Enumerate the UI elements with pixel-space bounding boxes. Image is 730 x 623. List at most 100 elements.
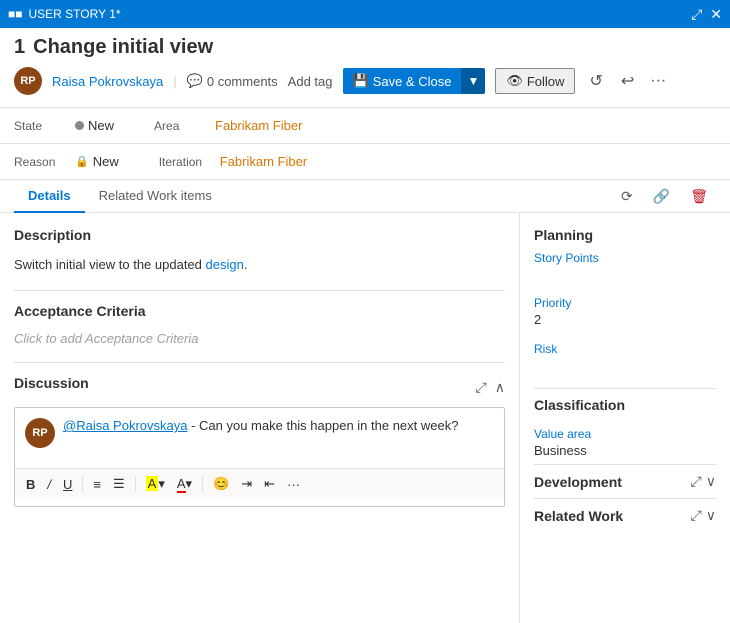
state-value[interactable]: New: [75, 118, 114, 133]
restore-icon[interactable]: ⤢: [691, 6, 702, 23]
emoji-button[interactable]: 😊: [208, 473, 234, 495]
section-divider-2: [14, 362, 505, 363]
history-icon[interactable]: ⟳: [613, 182, 641, 211]
indent-button[interactable]: ⇥: [236, 473, 257, 495]
user-name[interactable]: Raisa Pokrovskaya: [52, 74, 163, 89]
development-chevron-icon[interactable]: ∨: [706, 473, 716, 490]
section-divider-1: [14, 290, 505, 291]
toolbar: RP Raisa Pokrovskaya | 💬 0 comments Add …: [14, 67, 716, 95]
formatting-toolbar: B / U ≡ ☰ A▾ A▾ 😊 ⇥ ⇤ ···: [15, 468, 504, 499]
classification-title: Classification: [534, 397, 625, 413]
follow-button[interactable]: 👁 Follow: [495, 68, 575, 94]
development-expand-icon[interactable]: ⤢: [691, 473, 702, 490]
risk-label: Risk: [534, 342, 716, 356]
development-icons: ⤢ ∨: [691, 473, 716, 490]
value-area-value[interactable]: Business: [534, 443, 716, 458]
reason-value[interactable]: 🔒 New: [75, 154, 119, 169]
state-label: State: [14, 119, 69, 133]
tabs-row: Details Related Work items ⟳ 🔗 🗑: [0, 180, 730, 213]
content-area: Description Switch initial view to the u…: [0, 213, 730, 623]
title-bar-right: ⤢ ✕: [691, 6, 722, 23]
bold-button[interactable]: B: [21, 474, 40, 495]
discussion-title: Discussion: [14, 375, 89, 391]
list-button[interactable]: ☰: [108, 473, 130, 495]
fmt-sep-1: [82, 476, 83, 492]
more-options-button[interactable]: ···: [648, 68, 668, 94]
outdent-button[interactable]: ⇤: [259, 473, 280, 495]
priority-label: Priority: [534, 296, 716, 310]
related-work-section[interactable]: Related Work ⤢ ∨: [534, 498, 716, 532]
fmt-sep-2: [135, 476, 136, 492]
state-field: State New: [14, 118, 114, 133]
save-close-button[interactable]: 💾 Save & Close: [343, 68, 462, 94]
description-title: Description: [14, 227, 505, 243]
work-item-type-icon: ■■: [8, 7, 23, 21]
left-panel: Description Switch initial view to the u…: [0, 213, 520, 623]
tab-icon-group: ⟳ 🔗 🗑: [613, 182, 716, 211]
classification-content: Value area Business: [534, 421, 716, 464]
related-work-chevron-icon[interactable]: ∨: [706, 507, 716, 524]
related-work-title: Related Work: [534, 508, 623, 524]
more-format-button[interactable]: ···: [282, 474, 305, 495]
expand-icon[interactable]: ⤢: [476, 379, 487, 396]
close-icon[interactable]: ✕: [710, 6, 722, 23]
value-area-label: Value area: [534, 427, 716, 441]
refresh-button[interactable]: ↺: [585, 67, 606, 95]
tab-related-work-items[interactable]: Related Work items: [85, 180, 226, 213]
mention[interactable]: @Raisa Pokrovskaya: [63, 418, 187, 433]
highlight-button[interactable]: A▾: [141, 473, 170, 495]
delete-icon[interactable]: 🗑: [682, 182, 716, 211]
underline-button[interactable]: U: [58, 474, 77, 495]
title-bar: ■■ USER STORY 1* ⤢ ✕: [0, 0, 730, 28]
page-title: Change initial view: [33, 36, 213, 59]
metadata-row: State New Area Fabrikam Fiber: [0, 108, 730, 144]
discussion-icons: ⤢ ∧: [476, 379, 505, 396]
font-color-button[interactable]: A▾: [172, 473, 197, 495]
classification-section[interactable]: Classification: [534, 388, 716, 421]
undo-button[interactable]: ↩: [617, 67, 638, 95]
title-bar-left: ■■ USER STORY 1*: [8, 7, 121, 21]
tab-details[interactable]: Details: [14, 180, 85, 213]
risk-value[interactable]: [534, 358, 716, 372]
add-tag-button[interactable]: Add tag: [288, 74, 333, 89]
highlight-icon: A: [146, 476, 159, 491]
iteration-value[interactable]: Fabrikam Fiber: [220, 154, 307, 169]
discussion-text: @Raisa Pokrovskaya - Can you make this h…: [63, 418, 458, 433]
discussion-body: RP @Raisa Pokrovskaya - Can you make thi…: [15, 408, 504, 468]
comments-button[interactable]: 💬 0 comments: [187, 73, 278, 89]
save-dropdown-button[interactable]: ▼: [461, 68, 485, 94]
story-points-label: Story Points: [534, 251, 716, 265]
iteration-label: Iteration: [159, 155, 214, 169]
save-icon: 💾: [353, 73, 369, 89]
right-panel: Planning Story Points Priority 2 Risk Cl…: [520, 213, 730, 623]
comment-icon: 💬: [187, 73, 203, 89]
state-dot: [75, 121, 84, 130]
italic-button[interactable]: /: [42, 474, 56, 495]
discussion-content: @Raisa Pokrovskaya - Can you make this h…: [63, 416, 494, 436]
planning-section: Planning Story Points Priority 2 Risk: [534, 227, 716, 372]
priority-value[interactable]: 2: [534, 312, 716, 327]
reason-label: Reason: [14, 155, 69, 169]
area-label: Area: [154, 119, 209, 133]
fmt-sep-3: [202, 476, 203, 492]
eye-icon: 👁: [506, 73, 523, 89]
area-value[interactable]: Fabrikam Fiber: [215, 118, 302, 133]
reason-field: Reason 🔒 New: [14, 154, 119, 169]
story-points-value[interactable]: [534, 267, 716, 281]
work-item-id: 1: [14, 36, 25, 59]
description-before: Switch initial view to the updated: [14, 257, 206, 272]
acceptance-placeholder[interactable]: Click to add Acceptance Criteria: [14, 327, 505, 350]
work-item-id-title: 1 Change initial view: [14, 36, 716, 59]
metadata-row-2: Reason 🔒 New Iteration Fabrikam Fiber: [0, 144, 730, 180]
lock-icon: 🔒: [75, 155, 89, 168]
collapse-icon[interactable]: ∧: [495, 379, 505, 396]
toolbar-separator: |: [173, 74, 176, 89]
acceptance-title: Acceptance Criteria: [14, 303, 505, 319]
related-work-expand-icon[interactable]: ⤢: [691, 507, 702, 524]
comment-count: 0 comments: [207, 74, 278, 89]
related-work-icons: ⤢ ∨: [691, 507, 716, 524]
development-section[interactable]: Development ⤢ ∨: [534, 464, 716, 498]
area-field: Area Fabrikam Fiber: [154, 118, 302, 133]
align-button[interactable]: ≡: [88, 474, 106, 495]
link-icon[interactable]: 🔗: [645, 182, 678, 211]
